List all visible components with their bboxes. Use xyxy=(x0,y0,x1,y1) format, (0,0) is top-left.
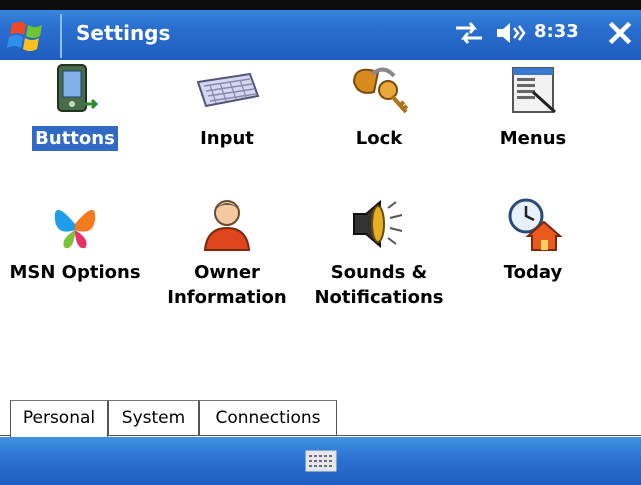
settings-item-owner-information[interactable]: Owner Information xyxy=(152,196,302,310)
start-button[interactable] xyxy=(6,16,50,56)
settings-item-today[interactable]: Today xyxy=(458,196,608,285)
windows-flag-icon xyxy=(7,22,42,51)
settings-item-menus[interactable]: Menus xyxy=(458,62,608,151)
tab-system[interactable]: System xyxy=(108,400,199,436)
keyboard-icon xyxy=(305,450,337,472)
lock-key-icon xyxy=(352,67,409,114)
msn-butterfly-icon xyxy=(54,209,96,249)
tab-connections[interactable]: Connections xyxy=(199,400,337,436)
item-label-line1: Sounds & xyxy=(330,262,428,283)
item-label: Input xyxy=(200,128,254,149)
owner-person-icon xyxy=(203,200,251,251)
item-label: Today xyxy=(503,262,563,283)
settings-item-lock[interactable]: Lock xyxy=(304,62,454,151)
close-button[interactable] xyxy=(603,16,637,50)
status-strip xyxy=(0,0,641,10)
title-separator xyxy=(60,14,62,58)
window-title: Settings xyxy=(76,21,171,45)
settings-item-buttons[interactable]: Buttons xyxy=(0,62,150,151)
settings-item-sounds-notifications[interactable]: Sounds & Notifications xyxy=(304,196,454,310)
connectivity-arrows-icon[interactable] xyxy=(452,20,486,46)
keyboard-icon xyxy=(196,72,260,108)
input-panel-button[interactable] xyxy=(304,448,338,474)
item-label: MSN Options xyxy=(9,262,141,283)
clock-house-icon xyxy=(508,198,563,251)
tab-personal[interactable]: Personal xyxy=(10,400,108,437)
item-label-line2: Notifications xyxy=(314,287,444,308)
menu-bar xyxy=(0,437,641,485)
close-icon xyxy=(608,21,632,45)
item-label-line1: Owner xyxy=(194,262,260,283)
clock[interactable]: 8:33 xyxy=(534,21,579,42)
speaker-icon[interactable] xyxy=(494,20,528,46)
item-label: Buttons xyxy=(32,126,118,151)
settings-item-input[interactable]: Input xyxy=(152,62,302,151)
item-label: Menus xyxy=(499,128,567,149)
title-bar: Settings 8:33 xyxy=(0,0,641,60)
settings-item-msn-options[interactable]: MSN Options xyxy=(0,196,150,285)
item-label-line2: Information xyxy=(167,287,287,308)
item-label: Lock xyxy=(355,128,403,149)
menu-window-icon xyxy=(512,67,557,114)
speaker-sound-icon xyxy=(353,199,403,249)
pda-buttons-icon xyxy=(57,64,99,112)
